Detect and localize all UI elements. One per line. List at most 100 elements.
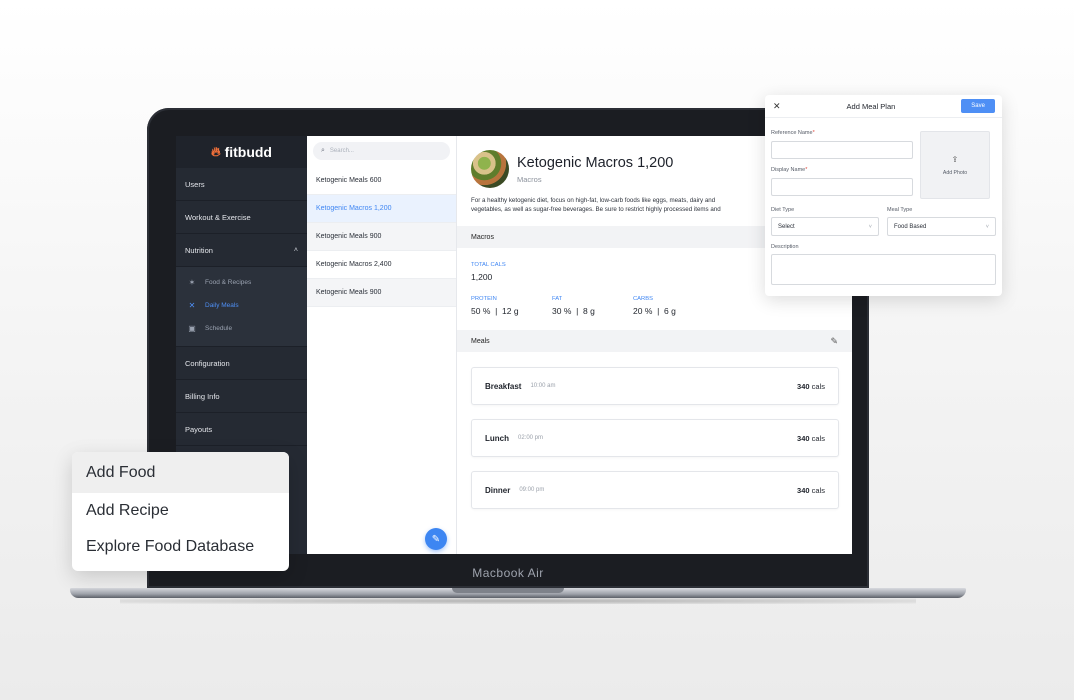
- sidebar-subitem-label: Food & Recipes: [205, 279, 252, 286]
- macro-grams: 12 g: [502, 306, 519, 316]
- meal-card-dinner[interactable]: Dinner 09:00 pm 340 cals: [471, 471, 839, 509]
- meal-name: Dinner: [485, 485, 511, 495]
- laptop-shadow: [120, 598, 916, 604]
- description-field[interactable]: [771, 254, 996, 285]
- macro-value: 30 % | 8 g: [552, 306, 595, 316]
- meal-type-select[interactable]: Food Based ˅: [887, 217, 996, 236]
- close-icon[interactable]: ✕: [773, 101, 781, 112]
- sidebar-item-payouts[interactable]: Payouts: [176, 413, 307, 446]
- display-name-field[interactable]: [771, 178, 913, 196]
- sidebar-item-configuration[interactable]: Configuration: [176, 347, 307, 380]
- list-item-label: Ketogenic Meals 600: [316, 177, 382, 184]
- list-item[interactable]: Ketogenic Meals 900: [307, 223, 456, 251]
- sidebar-item-users[interactable]: Users: [176, 168, 307, 201]
- meal-cals: 340 cals: [797, 486, 825, 495]
- sidebar-item-label: Workout & Exercise: [185, 212, 251, 222]
- add-meal-plan-dialog: ✕ Add Meal Plan Save Reference Name* Dis…: [765, 95, 1002, 296]
- label-text: Reference Name: [771, 130, 813, 136]
- chevron-down-icon: ˅: [985, 223, 989, 230]
- list-item-label: Ketogenic Meals 900: [316, 233, 382, 240]
- calendar-icon: ▣: [188, 324, 196, 333]
- list-item[interactable]: Ketogenic Meals 900: [307, 279, 456, 307]
- select-value: Food Based: [894, 223, 927, 230]
- macro-label: FAT: [552, 296, 563, 302]
- macro-pct: 30 %: [552, 306, 572, 316]
- macro-value: 50 % | 12 g: [471, 306, 519, 316]
- brand-name: fitbudd: [224, 144, 272, 160]
- meal-card-breakfast[interactable]: Breakfast 10:00 am 340 cals: [471, 367, 839, 405]
- dialog-header: ✕ Add Meal Plan Save: [765, 95, 1002, 118]
- chevron-down-icon: ˅: [868, 223, 872, 230]
- meal-name: Breakfast: [485, 381, 522, 391]
- required-mark: *: [805, 167, 808, 173]
- meal-cals: 340 cals: [797, 434, 825, 443]
- meal-cals-value: 340: [797, 381, 810, 391]
- menu-item-add-food[interactable]: Add Food: [72, 452, 289, 493]
- section-title: Macros: [471, 233, 494, 241]
- macro-grams: 6 g: [664, 306, 676, 316]
- carrot-icon: ✶: [188, 278, 196, 287]
- section-title: Meals: [471, 337, 490, 345]
- meal-card-lunch[interactable]: Lunch 02:00 pm 340 cals: [471, 419, 839, 457]
- search-placeholder: Search...: [329, 148, 354, 154]
- sidebar-item-billing[interactable]: Billing Info: [176, 380, 307, 413]
- laptop-notch: [452, 588, 564, 593]
- search-icon: ⌕: [321, 147, 325, 154]
- sidebar-subitem-food-recipes[interactable]: ✶ Food & Recipes: [176, 271, 307, 294]
- meal-cals-value: 340: [797, 485, 810, 495]
- pencil-icon: ✎: [431, 533, 441, 545]
- sidebar-subitem-label: Daily Meals: [205, 302, 239, 309]
- reference-name-field[interactable]: [771, 141, 913, 159]
- sidebar-subitem-daily-meals[interactable]: ✕ Daily Meals: [176, 294, 307, 317]
- select-value: Select: [778, 223, 795, 230]
- macro-grams: 8 g: [583, 306, 595, 316]
- macro-pct: 50 %: [471, 306, 491, 316]
- meal-cals-value: 340: [797, 433, 810, 443]
- diet-type-select[interactable]: Select ˅: [771, 217, 879, 236]
- edit-fab-button[interactable]: ✎: [425, 528, 447, 550]
- meal-time: 09:00 pm: [519, 487, 545, 493]
- list-item[interactable]: Ketogenic Meals 600: [307, 167, 456, 195]
- add-photo-button[interactable]: ⇪ Add Photo: [920, 131, 990, 199]
- pencil-icon[interactable]: ✎: [830, 336, 838, 347]
- sidebar-item-label: Billing Info: [185, 391, 220, 401]
- macro-carbs: CARBS 20 % | 6 g: [633, 296, 714, 316]
- add-menu-popup: Add Food Add Recipe Explore Food Databas…: [72, 452, 289, 571]
- flame-icon: 🔥︎: [211, 144, 221, 159]
- reference-name-label: Reference Name*: [771, 130, 815, 136]
- search-input[interactable]: ⌕ Search...: [313, 142, 450, 160]
- list-item-label: Ketogenic Macros 1,200: [316, 205, 392, 212]
- sidebar-item-label: Users: [185, 179, 205, 189]
- macro-value: 20 % | 6 g: [633, 306, 676, 316]
- sidebar-subitem-schedule[interactable]: ▣ Schedule: [176, 317, 307, 340]
- cutlery-icon: ✕: [188, 301, 196, 310]
- meal-time: 02:00 pm: [518, 435, 544, 441]
- add-photo-label: Add Photo: [942, 169, 968, 176]
- page-subtitle: Macros: [517, 174, 542, 184]
- sidebar-item-nutrition[interactable]: Nutrition ˄: [176, 234, 307, 267]
- sidebar-item-label: Nutrition: [185, 245, 213, 255]
- sidebar-subitem-label: Schedule: [205, 325, 233, 332]
- meal-type-label: Meal Type: [887, 207, 913, 213]
- display-name-label: Display Name*: [771, 167, 807, 173]
- brand-logo[interactable]: 🔥︎ fitbudd: [176, 136, 307, 168]
- label-text: Display Name: [771, 167, 806, 173]
- list-item[interactable]: Ketogenic Macros 2,400: [307, 251, 456, 279]
- meal-plan-list: Ketogenic Meals 600 Ketogenic Macros 1,2…: [307, 167, 456, 307]
- macro-label: PROTEIN: [471, 296, 497, 302]
- meal-cals-unit: cals: [811, 433, 825, 443]
- diet-type-label: Diet Type: [771, 207, 795, 213]
- description-label: Description: [771, 244, 799, 250]
- meal-plan-list-panel: ⌕ Search... Ketogenic Meals 600 Ketogeni…: [307, 136, 457, 554]
- sidebar-item-label: Payouts: [185, 424, 213, 434]
- save-button[interactable]: Save: [961, 99, 995, 113]
- list-item-label: Ketogenic Meals 900: [316, 289, 382, 296]
- sidebar-item-workout[interactable]: Workout & Exercise: [176, 201, 307, 234]
- menu-item-explore-food-database[interactable]: Explore Food Database: [72, 529, 289, 565]
- macro-pct: 20 %: [633, 306, 653, 316]
- meal-time: 10:00 am: [530, 383, 556, 389]
- required-mark: *: [812, 130, 815, 136]
- list-item[interactable]: Ketogenic Macros 1,200: [307, 195, 456, 223]
- meal-name: Lunch: [485, 433, 509, 443]
- menu-item-add-recipe[interactable]: Add Recipe: [72, 493, 289, 529]
